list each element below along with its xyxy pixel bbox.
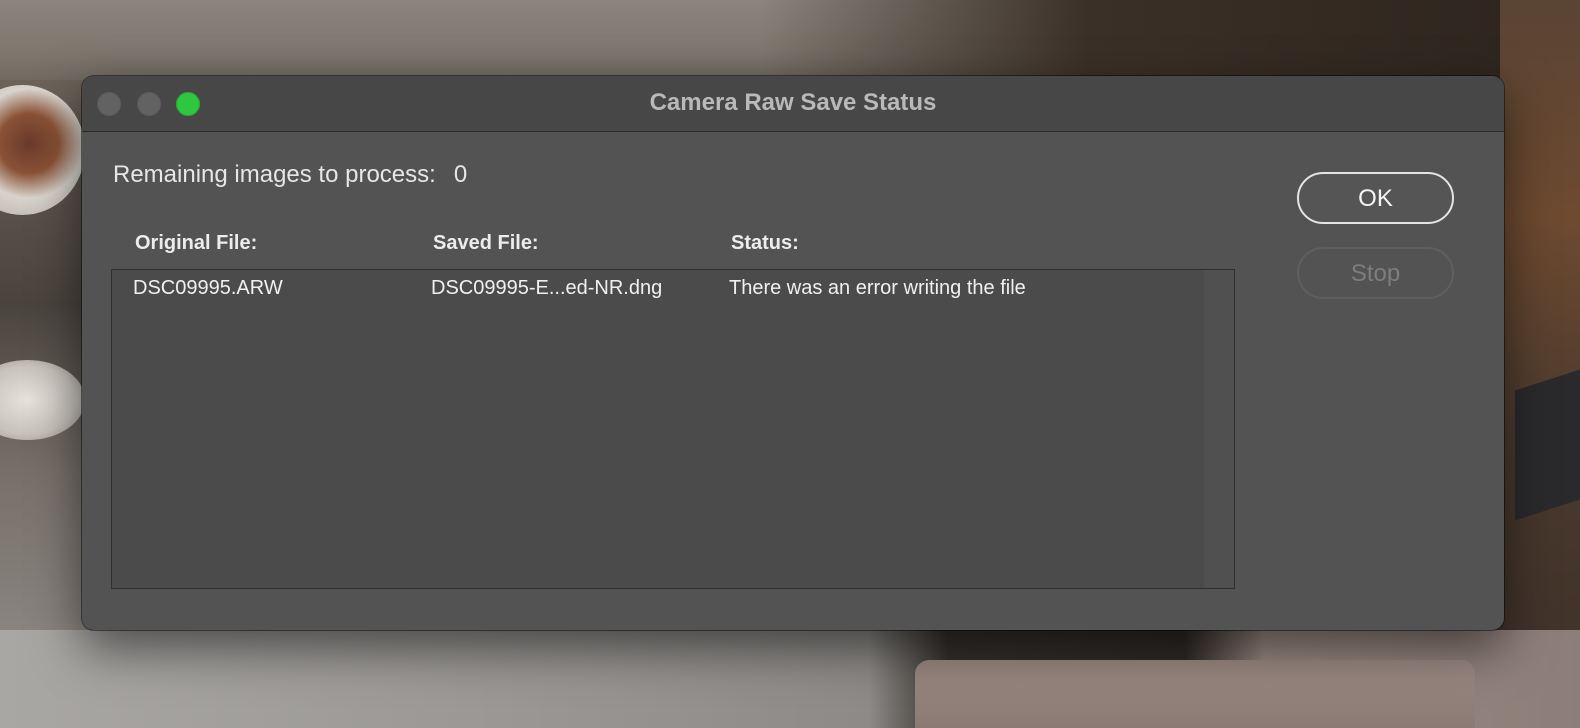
remaining-images-line: Remaining images to process: 0 [113, 161, 467, 189]
remaining-images-label: Remaining images to process: [113, 161, 436, 188]
column-header-original-file: Original File: [135, 232, 258, 254]
background-right-edge [1500, 0, 1580, 728]
list-scrollbar-track[interactable] [1204, 270, 1234, 588]
status-cell: There was an error writing the file [729, 277, 1026, 299]
file-status-list[interactable]: DSC09995.ARW DSC09995-E...ed-NR.dng Ther… [111, 269, 1235, 589]
minimize-window-icon[interactable] [137, 92, 161, 116]
save-status-dialog: Camera Raw Save Status Remaining images … [82, 76, 1504, 630]
stop-button: Stop [1297, 247, 1454, 299]
saved-file-cell: DSC09995-E...ed-NR.dng [431, 277, 663, 299]
ok-button[interactable]: OK [1297, 172, 1454, 224]
background-strap [1515, 369, 1580, 521]
column-header-status: Status: [731, 232, 799, 254]
close-window-icon[interactable] [97, 92, 121, 116]
remaining-images-count: 0 [453, 161, 468, 188]
zoom-window-icon[interactable] [176, 92, 200, 116]
table-row[interactable]: DSC09995.ARW DSC09995-E...ed-NR.dng Ther… [112, 270, 1206, 308]
window-title: Camera Raw Save Status [649, 89, 937, 116]
background-cushion [915, 660, 1475, 728]
original-file-cell: DSC09995.ARW [133, 277, 283, 299]
title-bar[interactable]: Camera Raw Save Status [82, 76, 1504, 132]
column-header-saved-file: Saved File: [433, 232, 539, 254]
